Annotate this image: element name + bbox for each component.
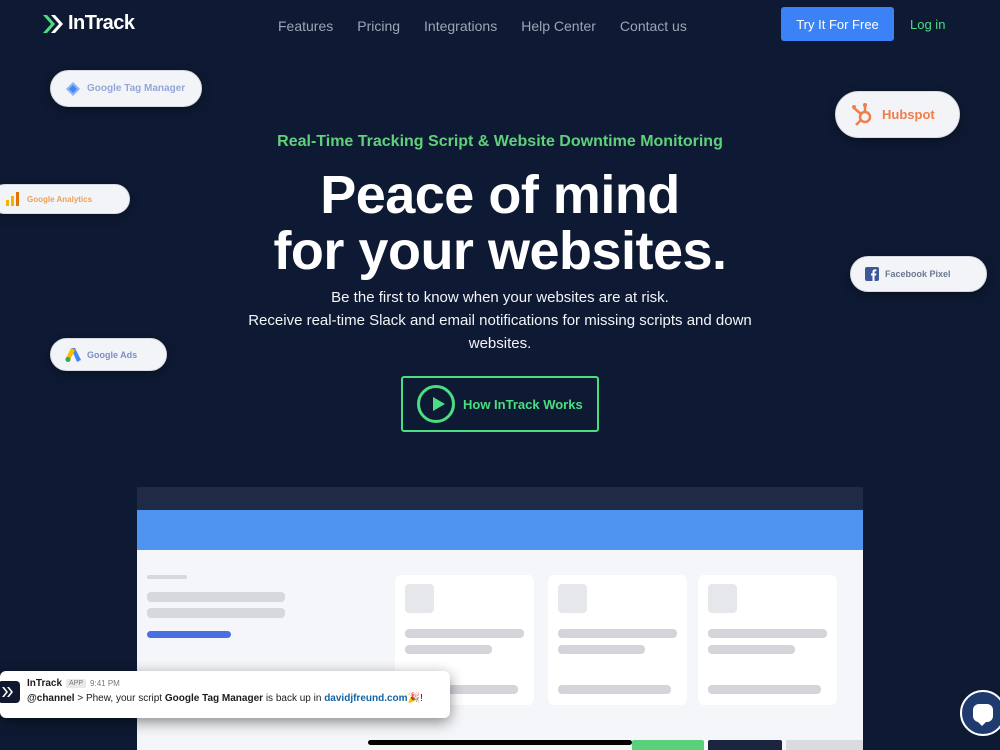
- skeleton-line: [147, 592, 285, 602]
- nav-contact-us[interactable]: Contact us: [620, 18, 687, 34]
- intrack-avatar-icon: [0, 681, 20, 703]
- nav-integrations[interactable]: Integrations: [424, 18, 497, 34]
- preview-header: [137, 510, 863, 550]
- google-tag-manager-badge: Google Tag Manager: [50, 70, 202, 107]
- google-ads-icon: [65, 347, 81, 362]
- logo-chevrons-icon: [43, 14, 63, 33]
- notification-app-tag: APP: [66, 679, 87, 688]
- how-intrack-works-label: How InTrack Works: [463, 396, 583, 412]
- nav-help-center[interactable]: Help Center: [521, 18, 596, 34]
- notification-time: 9:41 PM: [90, 679, 120, 688]
- preview-bottom-tab: [786, 740, 863, 750]
- hubspot-icon: [852, 102, 872, 126]
- chat-bubble-icon: [973, 704, 993, 726]
- notification-channel: @channel: [27, 693, 75, 704]
- google-tag-manager-icon: [66, 81, 80, 96]
- gads-label: Google Ads: [87, 349, 138, 360]
- home-indicator: [368, 740, 632, 745]
- notification-emoji: 🎉!: [407, 693, 423, 704]
- gtm-label: Google Tag Manager: [87, 83, 186, 94]
- hero-subtext: Be the first to know when your websites …: [220, 286, 780, 355]
- chat-widget-button[interactable]: [960, 690, 1000, 736]
- google-ads-badge: Google Ads: [50, 338, 167, 371]
- preview-bottom-tab: [632, 740, 704, 750]
- preview-card: [548, 575, 687, 705]
- try-free-button[interactable]: Try It For Free: [781, 7, 894, 41]
- skeleton-link: [147, 631, 231, 638]
- skeleton-line: [147, 575, 187, 579]
- brand-name: InTrack: [68, 12, 135, 34]
- hero-tagline: Real-Time Tracking Script & Website Down…: [277, 133, 723, 150]
- login-link[interactable]: Log in: [910, 17, 945, 32]
- notification-app-name: InTrack: [27, 678, 63, 689]
- subtext-line-1: Be the first to know when your websites …: [331, 289, 669, 306]
- slack-notification: InTrack APP 9:41 PM @channel > Phew, you…: [0, 671, 450, 718]
- hero-headline: Peace of mind for your websites.: [0, 167, 1000, 279]
- notification-script: Google Tag Manager: [164, 693, 264, 704]
- brand-logo[interactable]: InTrack: [42, 12, 135, 35]
- headline-line-2: for your websites.: [273, 221, 727, 281]
- preview-topbar: [137, 487, 863, 510]
- notification-text: > Phew, your script: [74, 693, 165, 704]
- notification-site-link[interactable]: davidjfreund.com: [324, 693, 407, 704]
- hubspot-label: Hubspot: [882, 107, 935, 122]
- main-nav: Features Pricing Integrations Help Cente…: [278, 18, 687, 34]
- play-icon: [417, 385, 455, 423]
- how-intrack-works-button[interactable]: How InTrack Works: [401, 376, 599, 432]
- subtext-line-2: Receive real-time Slack and email notifi…: [248, 312, 752, 352]
- notification-header: InTrack APP 9:41 PM: [27, 678, 120, 689]
- preview-bottom-tab: [708, 740, 782, 750]
- notification-text: is back up in: [263, 693, 325, 704]
- headline-line-1: Peace of mind: [320, 165, 680, 225]
- skeleton-line: [147, 608, 285, 618]
- nav-features[interactable]: Features: [278, 18, 333, 34]
- preview-card: [698, 575, 837, 705]
- hubspot-badge: Hubspot: [835, 91, 960, 138]
- nav-pricing[interactable]: Pricing: [357, 18, 400, 34]
- notification-message: @channel > Phew, your script Google Tag …: [27, 693, 423, 704]
